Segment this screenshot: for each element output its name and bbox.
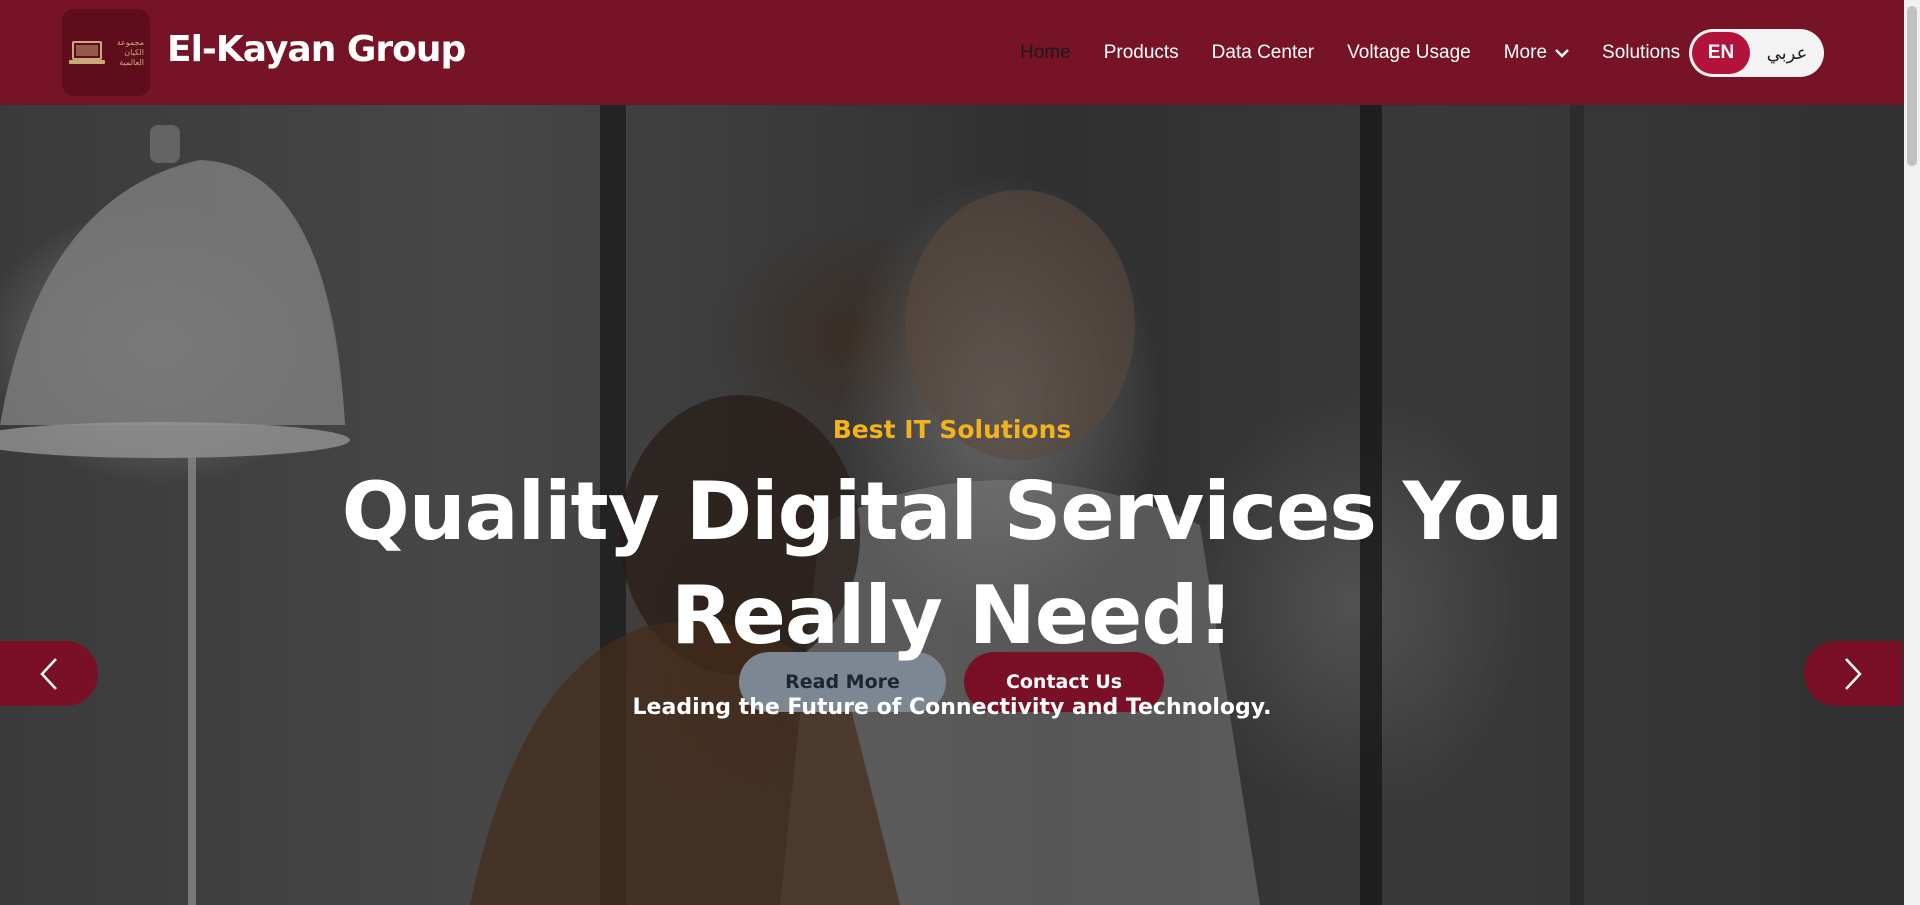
- nav-item-home[interactable]: Home: [1020, 42, 1071, 64]
- nav-item-label: More: [1503, 41, 1548, 63]
- nav-item-products[interactable]: Products: [1104, 42, 1179, 64]
- site-header: مجموعة الكيان العالمية El-Kayan Group Ho…: [0, 0, 1904, 105]
- language-toggle: EN عربي: [1689, 29, 1824, 77]
- page-scrollbar[interactable]: [1904, 0, 1920, 905]
- chevron-down-icon: [1555, 42, 1569, 64]
- hero-section: Best IT Solutions Quality Digital Servic…: [0, 105, 1904, 905]
- nav-item-solutions[interactable]: Solutions: [1602, 42, 1680, 64]
- nav-item-label: Home: [1020, 41, 1071, 63]
- nav-item-label: Solutions: [1602, 41, 1681, 63]
- nav-item-label: Data Center: [1211, 41, 1315, 63]
- logo[interactable]: مجموعة الكيان العالمية: [62, 9, 150, 96]
- hero-subtitle: Best IT Solutions: [832, 415, 1072, 444]
- laptop-icon: [69, 40, 105, 64]
- nav-item-more[interactable]: More: [1504, 42, 1569, 64]
- brand-name[interactable]: El-Kayan Group: [167, 26, 466, 74]
- hero-headline: Quality Digital Services You Really Need…: [341, 465, 1564, 662]
- nav-item-voltage-usage[interactable]: Voltage Usage: [1347, 42, 1471, 64]
- logo-text: مجموعة الكيان العالمية: [116, 37, 144, 67]
- hero-tagline: Leading the Future of Connectivity and T…: [632, 695, 1272, 720]
- lang-ar-button[interactable]: عربي: [1750, 43, 1824, 64]
- main-nav: Home Products Data Center Voltage Usage …: [1020, 0, 1713, 105]
- nav-item-data-center[interactable]: Data Center: [1212, 42, 1314, 64]
- scrollbar-thumb[interactable]: [1907, 6, 1917, 166]
- nav-item-label: Voltage Usage: [1347, 41, 1471, 63]
- lang-en-button[interactable]: EN: [1692, 32, 1750, 74]
- nav-item-label: Products: [1103, 41, 1179, 63]
